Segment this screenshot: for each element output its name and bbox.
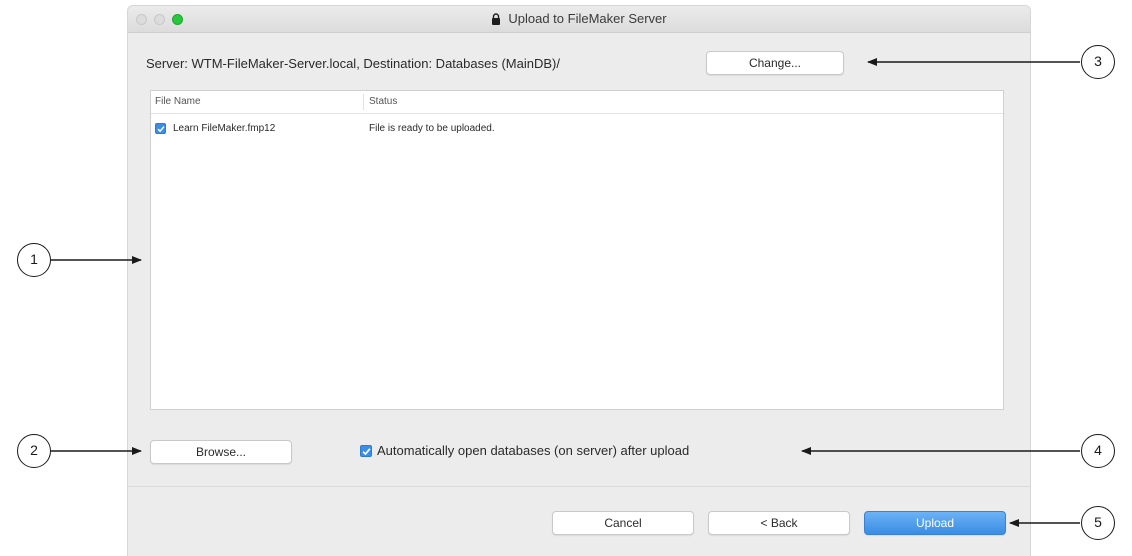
- callout-1: 1: [17, 243, 51, 277]
- callout-arrows: [51, 58, 1080, 527]
- callout-2: 2: [17, 434, 51, 468]
- callout-3: 3: [1081, 45, 1115, 79]
- callout-4: 4: [1081, 434, 1115, 468]
- annotated-screenshot: Upload to FileMaker Server Server: WTM-F…: [0, 0, 1132, 556]
- callout-5: 5: [1081, 506, 1115, 540]
